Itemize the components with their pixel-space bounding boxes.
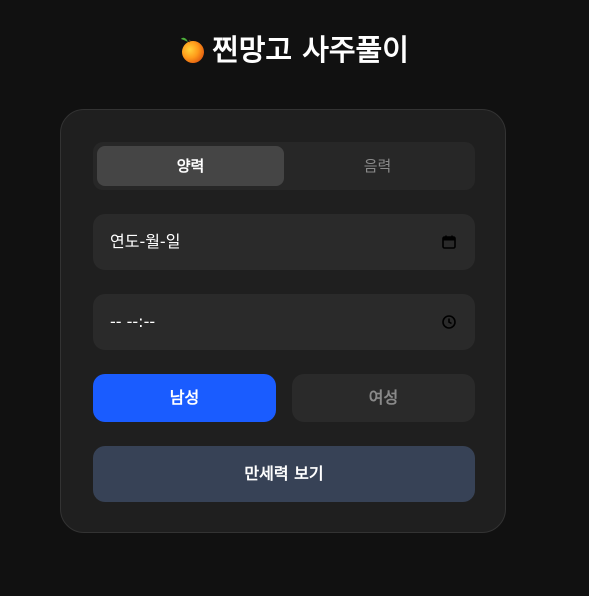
birth-time-value: -- --:-- bbox=[110, 312, 156, 331]
birth-date-input[interactable]: 연도-월-일 bbox=[93, 214, 475, 270]
clock-icon[interactable] bbox=[441, 314, 457, 330]
gender-male-button[interactable]: 남성 bbox=[93, 374, 276, 422]
view-manseryeok-button[interactable]: 만세력 보기 bbox=[93, 446, 475, 502]
page: 찐망고 사주풀이 양력 음력 연도-월-일 -- --:-- 남성 여성 만세력… bbox=[0, 0, 589, 596]
page-title-text: 찐망고 사주풀이 bbox=[212, 33, 409, 67]
birth-date-value: 연도-월-일 bbox=[110, 232, 181, 251]
page-title: 찐망고 사주풀이 bbox=[0, 30, 589, 70]
calendar-icon[interactable] bbox=[441, 234, 457, 250]
tab-lunar[interactable]: 음력 bbox=[284, 146, 471, 186]
gender-female-button[interactable]: 여성 bbox=[292, 374, 475, 422]
saju-form-card: 양력 음력 연도-월-일 -- --:-- 남성 여성 만세력 보기 bbox=[60, 109, 506, 533]
mango-icon bbox=[180, 34, 206, 64]
calendar-toggle: 양력 음력 bbox=[93, 142, 475, 190]
birth-time-input[interactable]: -- --:-- bbox=[93, 294, 475, 350]
tab-solar[interactable]: 양력 bbox=[97, 146, 284, 186]
